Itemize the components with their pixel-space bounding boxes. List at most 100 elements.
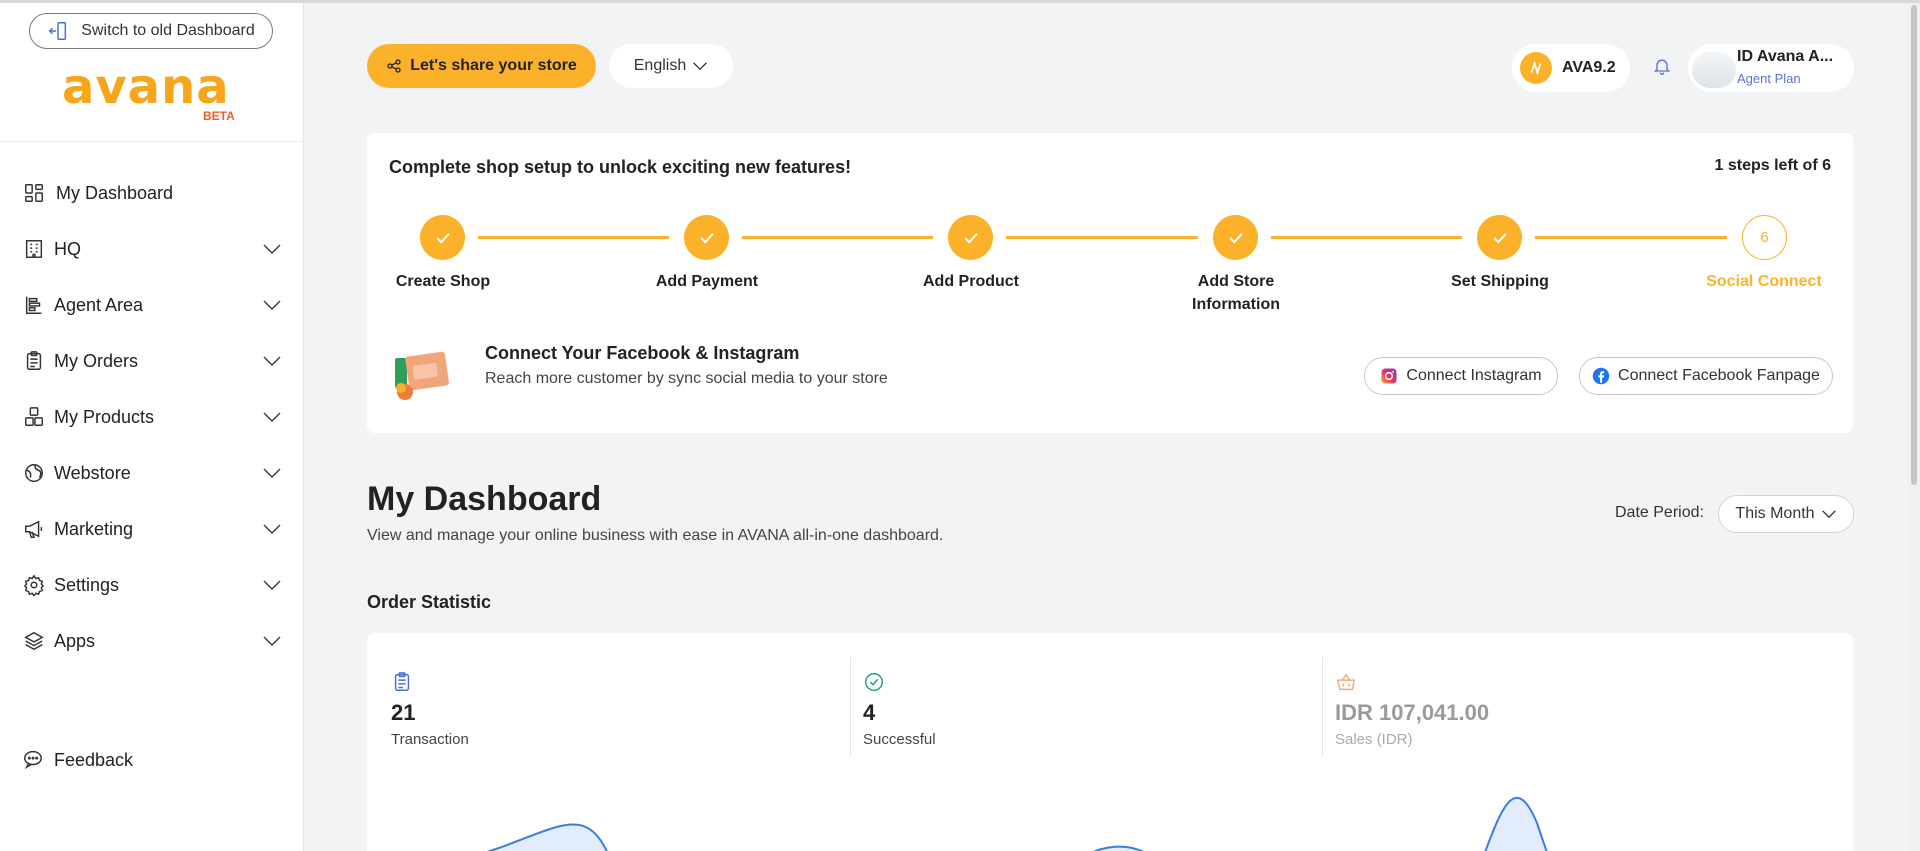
check-circle-icon (865, 673, 883, 691)
sidebar-item-settings[interactable]: Settings (0, 557, 304, 613)
user-profile-menu[interactable]: ID Avana A... Agent Plan (1688, 44, 1854, 92)
step-connector (1535, 236, 1727, 239)
step-label: Set Shipping (1451, 273, 1549, 290)
sidebar-item-my-orders[interactable]: My Orders (0, 333, 304, 389)
notification-button[interactable] (1644, 44, 1680, 88)
products-boxes-icon (22, 405, 46, 429)
step-connector (478, 236, 669, 239)
avana-logo: avana BETA (62, 63, 242, 125)
chevron-down-icon (263, 636, 281, 647)
connect-facebook-button[interactable]: Connect Facebook Fanpage (1579, 357, 1833, 395)
chevron-down-icon (263, 468, 281, 479)
check-icon (435, 232, 450, 244)
chevron-down-icon (263, 524, 281, 535)
step-create-shop-check (420, 215, 465, 260)
language-value: English (633, 57, 687, 74)
chevron-down-icon (263, 412, 281, 423)
stat-label: Sales (IDR) (1335, 731, 1413, 748)
chevron-down-icon (263, 580, 281, 591)
ava-coin-value: AVA9.2 (1562, 59, 1616, 76)
user-name: ID Avana A... (1737, 48, 1834, 65)
bell-icon (1653, 59, 1671, 75)
avatar (1692, 52, 1736, 88)
successful-sparkline (1093, 845, 1144, 851)
connect-instagram-button[interactable]: Connect Instagram (1364, 357, 1558, 395)
share-icon (387, 59, 401, 73)
step-label: Add Payment (655, 273, 759, 290)
sidebar-item-hq[interactable]: HQ (0, 221, 304, 277)
shop-setup-card: Complete shop setup to unlock exciting n… (367, 133, 1853, 433)
connect-facebook-label: Connect Facebook Fanpage (1618, 367, 1820, 384)
page-title: My Dashboard (367, 480, 602, 518)
check-icon (1492, 232, 1507, 244)
social-connect-illustration (395, 351, 449, 400)
sidebar-item-my-dashboard[interactable]: My Dashboard (0, 165, 304, 221)
share-store-label: Let's share your store (410, 57, 577, 74)
chevron-down-icon (263, 244, 281, 255)
order-statistic-title: Order Statistic (367, 592, 492, 612)
chevron-down-icon (263, 356, 281, 367)
stat-sales: IDR 107,041.00 Sales (IDR) (1311, 657, 1781, 757)
sidebar-item-label: Agent Area (54, 294, 144, 315)
orders-clipboard-icon (22, 349, 46, 373)
logo-beta-badge: BETA (203, 109, 235, 123)
step-store-info-check (1213, 215, 1258, 260)
scrollbar-thumb[interactable] (1911, 5, 1917, 485)
megaphone-icon (22, 517, 46, 541)
order-sparklines (486, 796, 1548, 851)
date-period-select[interactable]: This Month (1718, 495, 1854, 533)
sidebar-item-webstore[interactable]: Webstore (0, 445, 304, 501)
check-icon (699, 232, 714, 244)
stat-transaction: 21 Transaction (367, 657, 837, 757)
step-add-product-check (948, 215, 993, 260)
chevron-down-icon (263, 300, 281, 311)
step-add-payment-check (684, 215, 729, 260)
ava-coin-icon (1520, 52, 1552, 84)
instagram-icon (1381, 368, 1397, 384)
step-connector (1271, 236, 1462, 239)
switch-old-dashboard-button[interactable]: Switch to old Dashboard (29, 13, 273, 49)
switch-old-dashboard-label: Switch to old Dashboard (81, 22, 255, 39)
share-store-button[interactable]: Let's share your store (367, 44, 596, 88)
sidebar-item-label: Webstore (54, 462, 131, 483)
sidebar-item-marketing[interactable]: Marketing (0, 501, 304, 557)
globe-icon (22, 461, 46, 485)
step-connector (1006, 236, 1198, 239)
order-statistic-card: 21 Transaction 4 Successful IDR 107,041.… (367, 633, 1853, 851)
step-label: Create Shop (395, 273, 491, 290)
gear-icon (22, 573, 46, 597)
facebook-icon (1592, 367, 1610, 385)
sidebar-item-agent-area[interactable]: Agent Area (0, 277, 304, 333)
sales-sparkline (1484, 796, 1548, 851)
sidebar-item-label: My Orders (54, 350, 139, 371)
building-icon (22, 237, 46, 261)
sidebar-item-feedback[interactable]: Feedback (0, 732, 304, 788)
sidebar-item-label: Apps (54, 630, 96, 651)
sidebar-item-my-products[interactable]: My Products (0, 389, 304, 445)
date-period-value: This Month (1735, 505, 1815, 522)
stat-value: 4 (863, 700, 876, 725)
chat-bubble-icon (22, 748, 46, 772)
connect-instagram-label: Connect Instagram (1406, 367, 1542, 384)
stat-label: Transaction (391, 731, 469, 748)
switch-door-icon (48, 22, 67, 40)
steps-left-counter: 1 steps left of 6 (1714, 157, 1831, 174)
step-label: Add Store Information (1192, 273, 1280, 313)
sidebar-menu: My Dashboard HQ Agent Area My Orders My … (0, 165, 304, 669)
layers-icon (22, 629, 46, 653)
basket-icon (1336, 673, 1356, 691)
step-connector (742, 236, 933, 239)
ava-coin-balance[interactable]: AVA9.2 (1512, 44, 1630, 92)
sidebar-item-apps[interactable]: Apps (0, 613, 304, 669)
step-set-shipping-check (1477, 215, 1522, 260)
sidebar-item-label: Settings (54, 574, 120, 595)
date-period-label: Date Period: (1615, 504, 1704, 521)
sidebar-item-label: My Dashboard (56, 182, 174, 203)
sidebar-item-label: Marketing (54, 518, 134, 539)
chevron-down-icon (693, 62, 708, 71)
user-plan: Agent Plan (1737, 71, 1801, 86)
page-scrollbar[interactable] (1908, 3, 1920, 851)
stat-label: Successful (863, 731, 936, 748)
check-icon (963, 232, 978, 244)
language-select[interactable]: English (609, 44, 733, 88)
